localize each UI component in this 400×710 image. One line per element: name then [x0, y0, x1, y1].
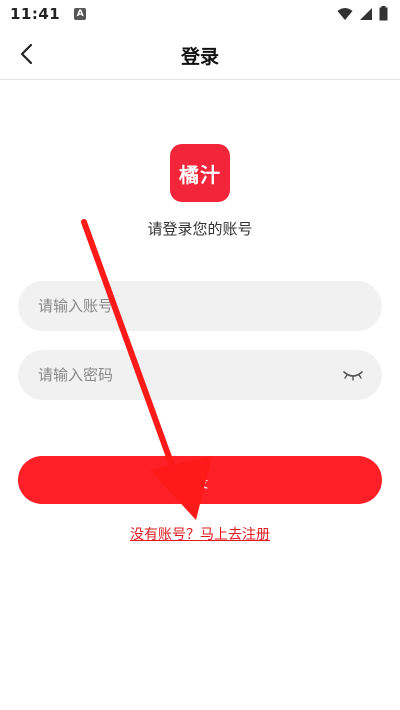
notification-badge-icon: A	[74, 8, 87, 20]
battery-icon	[379, 6, 388, 21]
header: 登录	[0, 28, 400, 80]
status-bar: 11:41 A	[0, 0, 400, 28]
account-input[interactable]	[18, 281, 382, 331]
page-title: 登录	[180, 46, 219, 68]
account-field-wrapper	[18, 281, 382, 331]
password-input[interactable]	[18, 350, 382, 400]
password-field-wrapper	[18, 350, 382, 400]
status-time: 11:41	[10, 5, 61, 23]
login-button[interactable]: 录	[18, 456, 382, 504]
status-icons	[337, 6, 388, 21]
logo-text: 橘汁	[179, 162, 221, 187]
signal-icon	[360, 7, 372, 20]
login-subtitle: 请登录您的账号	[147, 220, 253, 238]
eye-closed-icon[interactable]	[342, 367, 364, 383]
register-link[interactable]: 没有账号？马上去注册	[0, 524, 400, 544]
wifi-icon	[337, 7, 353, 20]
app-logo: 橘汁	[170, 144, 230, 202]
